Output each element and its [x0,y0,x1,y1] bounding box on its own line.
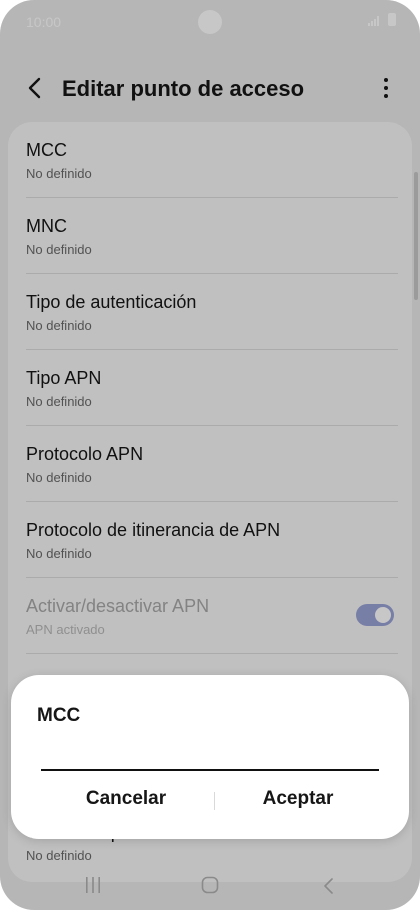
phone-screen: 10:00 Editar punto de acceso MCC No defi… [0,0,420,910]
recents-icon[interactable] [84,876,102,894]
accept-button[interactable]: Aceptar [213,787,383,811]
nav-back-icon[interactable] [321,874,335,898]
mcc-dialog: MCC Cancelar Aceptar [11,675,409,839]
cancel-button[interactable]: Cancelar [41,787,211,811]
navigation-bar [0,862,420,910]
home-icon[interactable] [201,876,219,894]
dialog-title: MCC [37,705,81,726]
mcc-input[interactable] [41,751,379,771]
